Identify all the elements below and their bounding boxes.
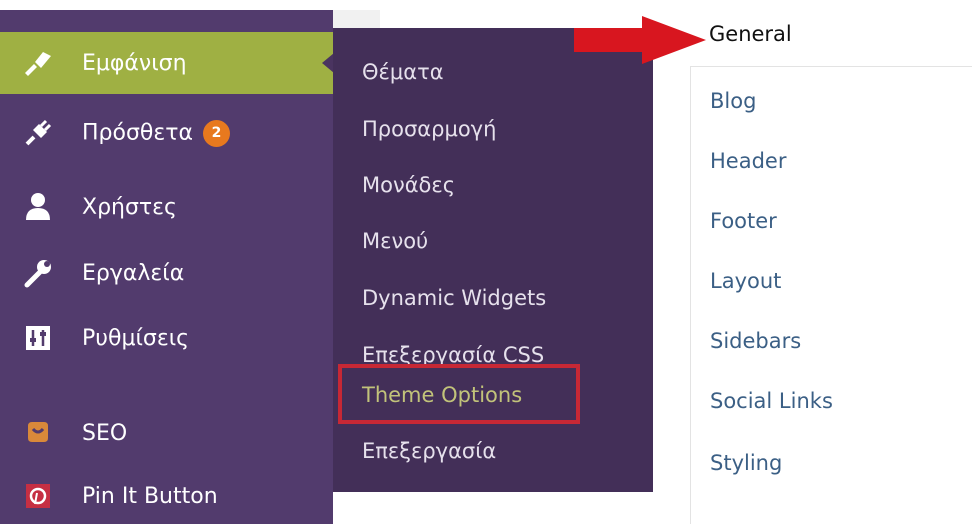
red-pointer-arrow-icon — [574, 16, 706, 64]
tab-layout[interactable]: Layout — [710, 269, 781, 293]
tab-sidebars[interactable]: Sidebars — [710, 329, 801, 353]
theme-options-tab-list: Blog Header Footer Layout Sidebars Socia… — [690, 66, 972, 524]
tab-general-active[interactable]: General — [709, 22, 792, 46]
tab-blog[interactable]: Blog — [710, 89, 756, 113]
submenu-item-edit-css[interactable]: Επεξεργασία CSS — [362, 335, 544, 375]
settings-sliders-icon — [20, 320, 56, 356]
menu-item-label: Πρόσθετα — [82, 120, 194, 145]
submenu-item-menus[interactable]: Μενού — [362, 221, 428, 261]
menu-item-pin-it-button[interactable]: Pin It Button — [0, 465, 333, 524]
wrench-icon — [20, 255, 56, 291]
update-count-badge: 2 — [203, 119, 231, 147]
menu-item-tools[interactable]: Εργαλεία — [0, 242, 333, 304]
menu-item-label: Εργαλεία — [82, 260, 185, 286]
menu-item-users[interactable]: Χρήστες — [0, 176, 333, 238]
menu-item-settings[interactable]: Ρυθμίσεις — [0, 307, 333, 369]
menu-item-label: Pin It Button — [82, 483, 218, 509]
menu-item-label: SEO — [82, 420, 128, 446]
menu-item-label: Ρυθμίσεις — [82, 325, 190, 351]
submenu-item-theme-options[interactable]: Theme Options — [362, 375, 522, 415]
submenu-item-dynamic-widgets[interactable]: Dynamic Widgets — [362, 278, 546, 318]
tab-styling[interactable]: Styling — [710, 451, 782, 475]
tab-social-links[interactable]: Social Links — [710, 389, 833, 413]
menu-item-seo[interactable]: SEO — [0, 402, 333, 464]
admin-sidebar-menu: Εμφάνιση Πρόσθετα 2 Χρήστες Εργαλεία Ρυθμ… — [0, 10, 380, 524]
submenu-item-themes[interactable]: Θέματα — [362, 52, 444, 92]
pinterest-icon — [20, 478, 56, 514]
tab-footer[interactable]: Footer — [710, 209, 777, 233]
menu-item-plugins[interactable]: Πρόσθετα 2 — [0, 102, 333, 164]
paintbrush-icon — [20, 45, 56, 81]
appearance-submenu: Θέματα Προσαρμογή Μονάδες Μενού Dynamic … — [333, 28, 653, 492]
submenu-item-customize[interactable]: Προσαρμογή — [362, 109, 496, 149]
tab-header[interactable]: Header — [710, 149, 786, 173]
user-icon — [20, 189, 56, 225]
menu-item-appearance[interactable]: Εμφάνιση — [0, 32, 334, 94]
plugin-icon — [20, 115, 56, 151]
seo-icon — [20, 415, 56, 451]
submenu-item-widgets[interactable]: Μονάδες — [362, 165, 455, 205]
menu-item-label: Χρήστες — [82, 194, 177, 220]
menu-item-label: Εμφάνιση — [82, 50, 187, 76]
submenu-item-editor[interactable]: Επεξεργασία — [362, 431, 496, 471]
